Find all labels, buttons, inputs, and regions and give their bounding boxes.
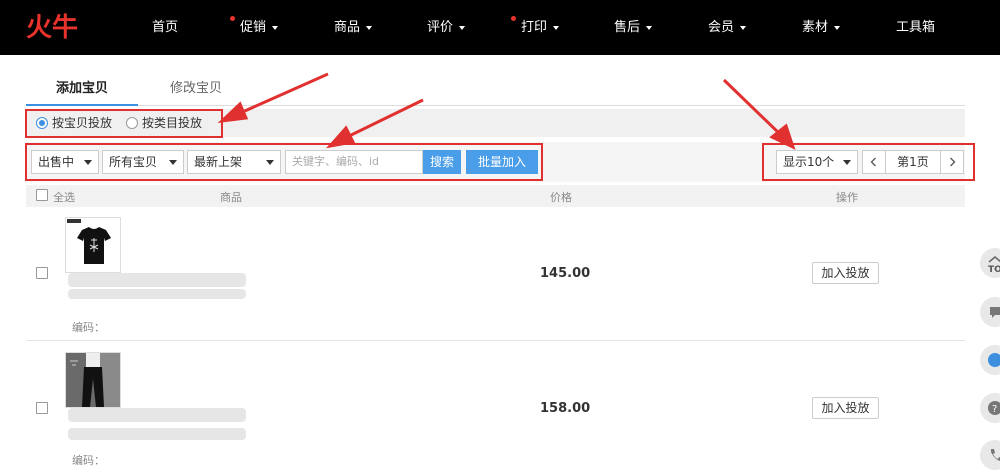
annotation-arrow	[237, 72, 329, 116]
annotation-arrows	[217, 72, 796, 150]
arrowhead	[326, 125, 356, 149]
annotation-arrow	[344, 98, 424, 140]
annotation-arrow	[722, 78, 784, 138]
arrowhead	[217, 101, 249, 124]
